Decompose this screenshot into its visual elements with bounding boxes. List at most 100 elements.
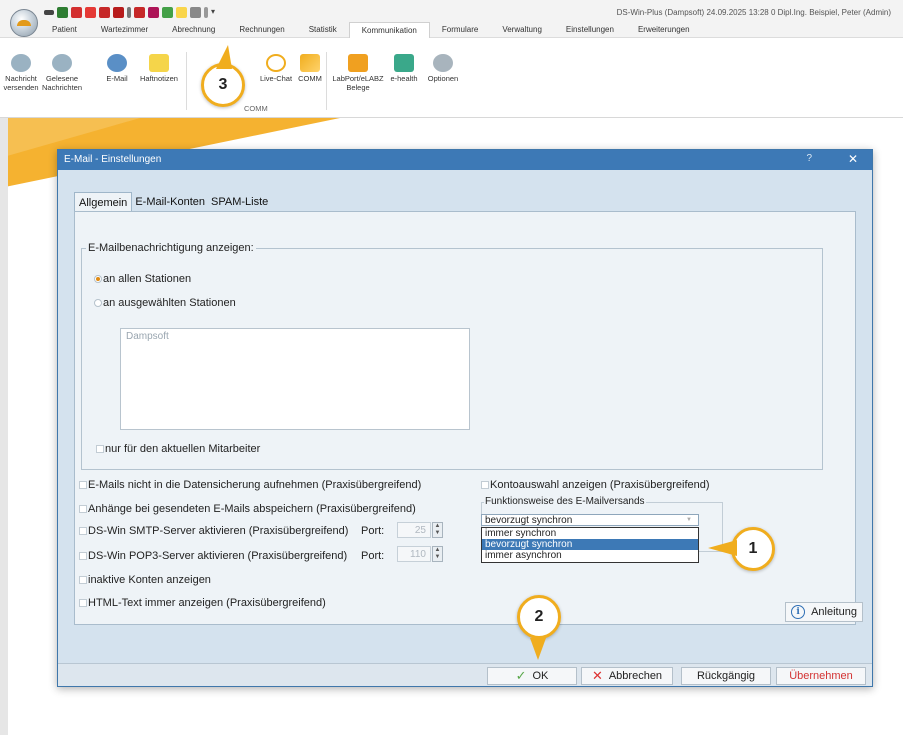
close-button[interactable]: ✕ bbox=[848, 152, 858, 166]
tab-abrechnung[interactable]: Abrechnung bbox=[160, 22, 227, 38]
labport-icon bbox=[348, 54, 368, 72]
gelesene-nachrichten-button[interactable]: Gelesene Nachrichten bbox=[40, 54, 84, 92]
labport-button[interactable]: LabPort/eLABZ Belege bbox=[330, 54, 386, 92]
notify-groupbox: E-Mailbenachrichtigung anzeigen: an alle… bbox=[81, 242, 823, 470]
radio-selected-stations-label: an ausgewählten Stationen bbox=[103, 297, 236, 309]
list-item[interactable]: Dampsoft bbox=[126, 331, 464, 342]
optionen-label: Optionen bbox=[427, 74, 459, 83]
checkbox[interactable] bbox=[481, 481, 489, 489]
ok-label: OK bbox=[532, 670, 549, 682]
callout-3: 3 bbox=[201, 63, 245, 107]
tab-verwaltung[interactable]: Verwaltung bbox=[490, 22, 554, 38]
checkbox[interactable] bbox=[79, 481, 87, 489]
ok-button[interactable]: ✓ OK bbox=[487, 667, 577, 685]
tab-kommunikation[interactable]: Kommunikation bbox=[348, 22, 430, 38]
tab-einstellungen[interactable]: Einstellungen bbox=[554, 22, 626, 38]
smtp-port-field[interactable]: 25 bbox=[397, 522, 431, 538]
pop3-label: DS-Win POP3-Server aktivieren (Praxisübe… bbox=[88, 550, 348, 562]
ribbon-separator bbox=[186, 52, 187, 110]
radio-selected-stations[interactable]: an ausgewählten Stationen bbox=[94, 297, 236, 309]
uebernehmen-button[interactable]: Übernehmen bbox=[776, 667, 866, 685]
notify-group-label: E-Mailbenachrichtigung anzeigen: bbox=[86, 242, 256, 254]
qat-mail-icon[interactable] bbox=[190, 7, 201, 18]
smtp-port-label: Port: bbox=[361, 525, 385, 537]
comm-button[interactable]: COMM bbox=[296, 54, 324, 83]
email-settings-dialog: E-Mail - Einstellungen ? ✕ Allgemein E-M… bbox=[57, 149, 873, 687]
checkbox[interactable] bbox=[79, 599, 87, 607]
abbrechen-button[interactable]: ✕ Abbrechen bbox=[581, 667, 673, 685]
app-menu-icon[interactable] bbox=[10, 9, 38, 37]
tab-wartezimmer[interactable]: Wartezimmer bbox=[89, 22, 160, 38]
qat-dropdown-icon[interactable]: ▾ bbox=[211, 7, 219, 18]
checkbox[interactable] bbox=[79, 527, 87, 535]
info-icon: i bbox=[791, 605, 806, 619]
window-title: DS-Win-Plus (Dampsoft) 24.09.2025 13:28 … bbox=[616, 8, 891, 17]
checkbox[interactable] bbox=[96, 445, 104, 453]
ribbon-separator bbox=[326, 52, 327, 110]
radio-selected-stations-indicator[interactable] bbox=[94, 299, 102, 307]
email-icon bbox=[107, 54, 127, 72]
sending-mode-select[interactable]: bevorzugt synchron ▼ bbox=[481, 514, 699, 526]
tab-patient[interactable]: Patient bbox=[40, 22, 89, 38]
tab-allgemein[interactable]: Allgemein bbox=[74, 192, 133, 213]
checkbox[interactable] bbox=[79, 505, 87, 513]
haftnotizen-button[interactable]: Haftnotizen bbox=[136, 54, 182, 83]
chevron-down-icon[interactable]: ▼ bbox=[686, 515, 692, 526]
qat-tooth-icon[interactable] bbox=[57, 7, 68, 18]
stations-listbox[interactable]: Dampsoft bbox=[120, 328, 470, 430]
livechat-button[interactable]: Live-Chat bbox=[258, 54, 294, 83]
qat-doc-icon[interactable] bbox=[71, 7, 82, 18]
dropdown-option[interactable]: bevorzugt synchron bbox=[482, 539, 698, 550]
nachricht-versenden-button[interactable]: Nachricht versenden bbox=[2, 54, 40, 92]
nachricht-versenden-label: Nachricht versenden bbox=[3, 74, 39, 92]
tab-formulare[interactable]: Formulare bbox=[430, 22, 490, 38]
save-attachments-label: Anhänge bei gesendeten E-Mails abspeiche… bbox=[88, 503, 416, 515]
email-button[interactable]: E-Mail bbox=[103, 54, 131, 83]
qat-bar-icon[interactable] bbox=[127, 7, 131, 18]
optionen-button[interactable]: Optionen bbox=[424, 54, 462, 83]
rueckgaengig-button[interactable]: Rückgängig bbox=[681, 667, 771, 685]
tab-erweiterungen[interactable]: Erweiterungen bbox=[626, 22, 702, 38]
pop3-port-spinner[interactable]: ▲ ▼ bbox=[432, 546, 443, 562]
smtp-checkbox[interactable]: DS-Win SMTP-Server aktivieren (Praxisübe… bbox=[79, 525, 348, 537]
radio-all-stations[interactable]: an allen Stationen bbox=[94, 273, 191, 285]
only-current-employee-checkbox[interactable]: nur für den aktuellen Mitarbeiter bbox=[96, 443, 260, 455]
radio-all-stations-indicator[interactable] bbox=[94, 275, 102, 283]
dialog-title-bar: E-Mail - Einstellungen ? ✕ bbox=[58, 150, 872, 170]
qat-doc2-icon[interactable] bbox=[85, 7, 96, 18]
pop3-port-label: Port: bbox=[361, 550, 385, 562]
dropdown-option[interactable]: immer synchron bbox=[482, 528, 698, 539]
checkbox[interactable] bbox=[79, 576, 87, 584]
tab-rechnungen[interactable]: Rechnungen bbox=[227, 22, 296, 38]
pop3-checkbox[interactable]: DS-Win POP3-Server aktivieren (Praxisübe… bbox=[79, 550, 347, 562]
no-backup-checkbox[interactable]: E-Mails nicht in die Datensicherung aufn… bbox=[79, 479, 421, 491]
tab-spam-liste[interactable]: SPAM-Liste bbox=[208, 192, 271, 213]
qat-book-icon[interactable] bbox=[148, 7, 159, 18]
tab-email-konten[interactable]: E-Mail-Konten bbox=[132, 192, 208, 213]
qat-note-icon[interactable] bbox=[176, 7, 187, 18]
qat-tools-icon[interactable] bbox=[162, 7, 173, 18]
dialog-button-bar: ✓ OK ✕ Abbrechen Rückgängig Übernehmen bbox=[58, 663, 872, 686]
pop3-port-field[interactable]: 110 bbox=[397, 546, 431, 562]
anleitung-button[interactable]: i Anleitung bbox=[785, 602, 863, 622]
send-message-icon bbox=[11, 54, 31, 72]
checkbox[interactable] bbox=[79, 552, 87, 560]
help-button[interactable]: ? bbox=[806, 153, 812, 164]
qat-bars-icon[interactable] bbox=[134, 7, 145, 18]
html-text-checkbox[interactable]: HTML-Text immer anzeigen (Praxisübergrei… bbox=[79, 597, 326, 609]
dropdown-option[interactable]: immer asynchron bbox=[482, 550, 698, 561]
smtp-port-spinner[interactable]: ▲ ▼ bbox=[432, 522, 443, 538]
labport-label: LabPort/eLABZ Belege bbox=[332, 74, 384, 92]
account-select-checkbox[interactable]: Kontoauswahl anzeigen (Praxisübergreifen… bbox=[481, 479, 710, 491]
ehealth-button[interactable]: e-health bbox=[386, 54, 422, 83]
qat-sep-icon bbox=[204, 7, 208, 18]
qat-calendar-icon[interactable] bbox=[99, 7, 110, 18]
tab-statistik[interactable]: Statistik bbox=[297, 22, 349, 38]
qat-chart-icon[interactable] bbox=[113, 7, 124, 18]
ribbon-group-comm-label: COMM bbox=[244, 104, 268, 113]
inactive-accounts-checkbox[interactable]: inaktive Konten anzeigen bbox=[79, 574, 211, 586]
qat-connect-icon[interactable] bbox=[44, 10, 54, 15]
ribbon-title-bar: ▾ DS-Win-Plus (Dampsoft) 24.09.2025 13:2… bbox=[0, 0, 903, 38]
save-attachments-checkbox[interactable]: Anhänge bei gesendeten E-Mails abspeiche… bbox=[79, 503, 416, 515]
sending-mode-value: bevorzugt synchron bbox=[485, 515, 573, 526]
